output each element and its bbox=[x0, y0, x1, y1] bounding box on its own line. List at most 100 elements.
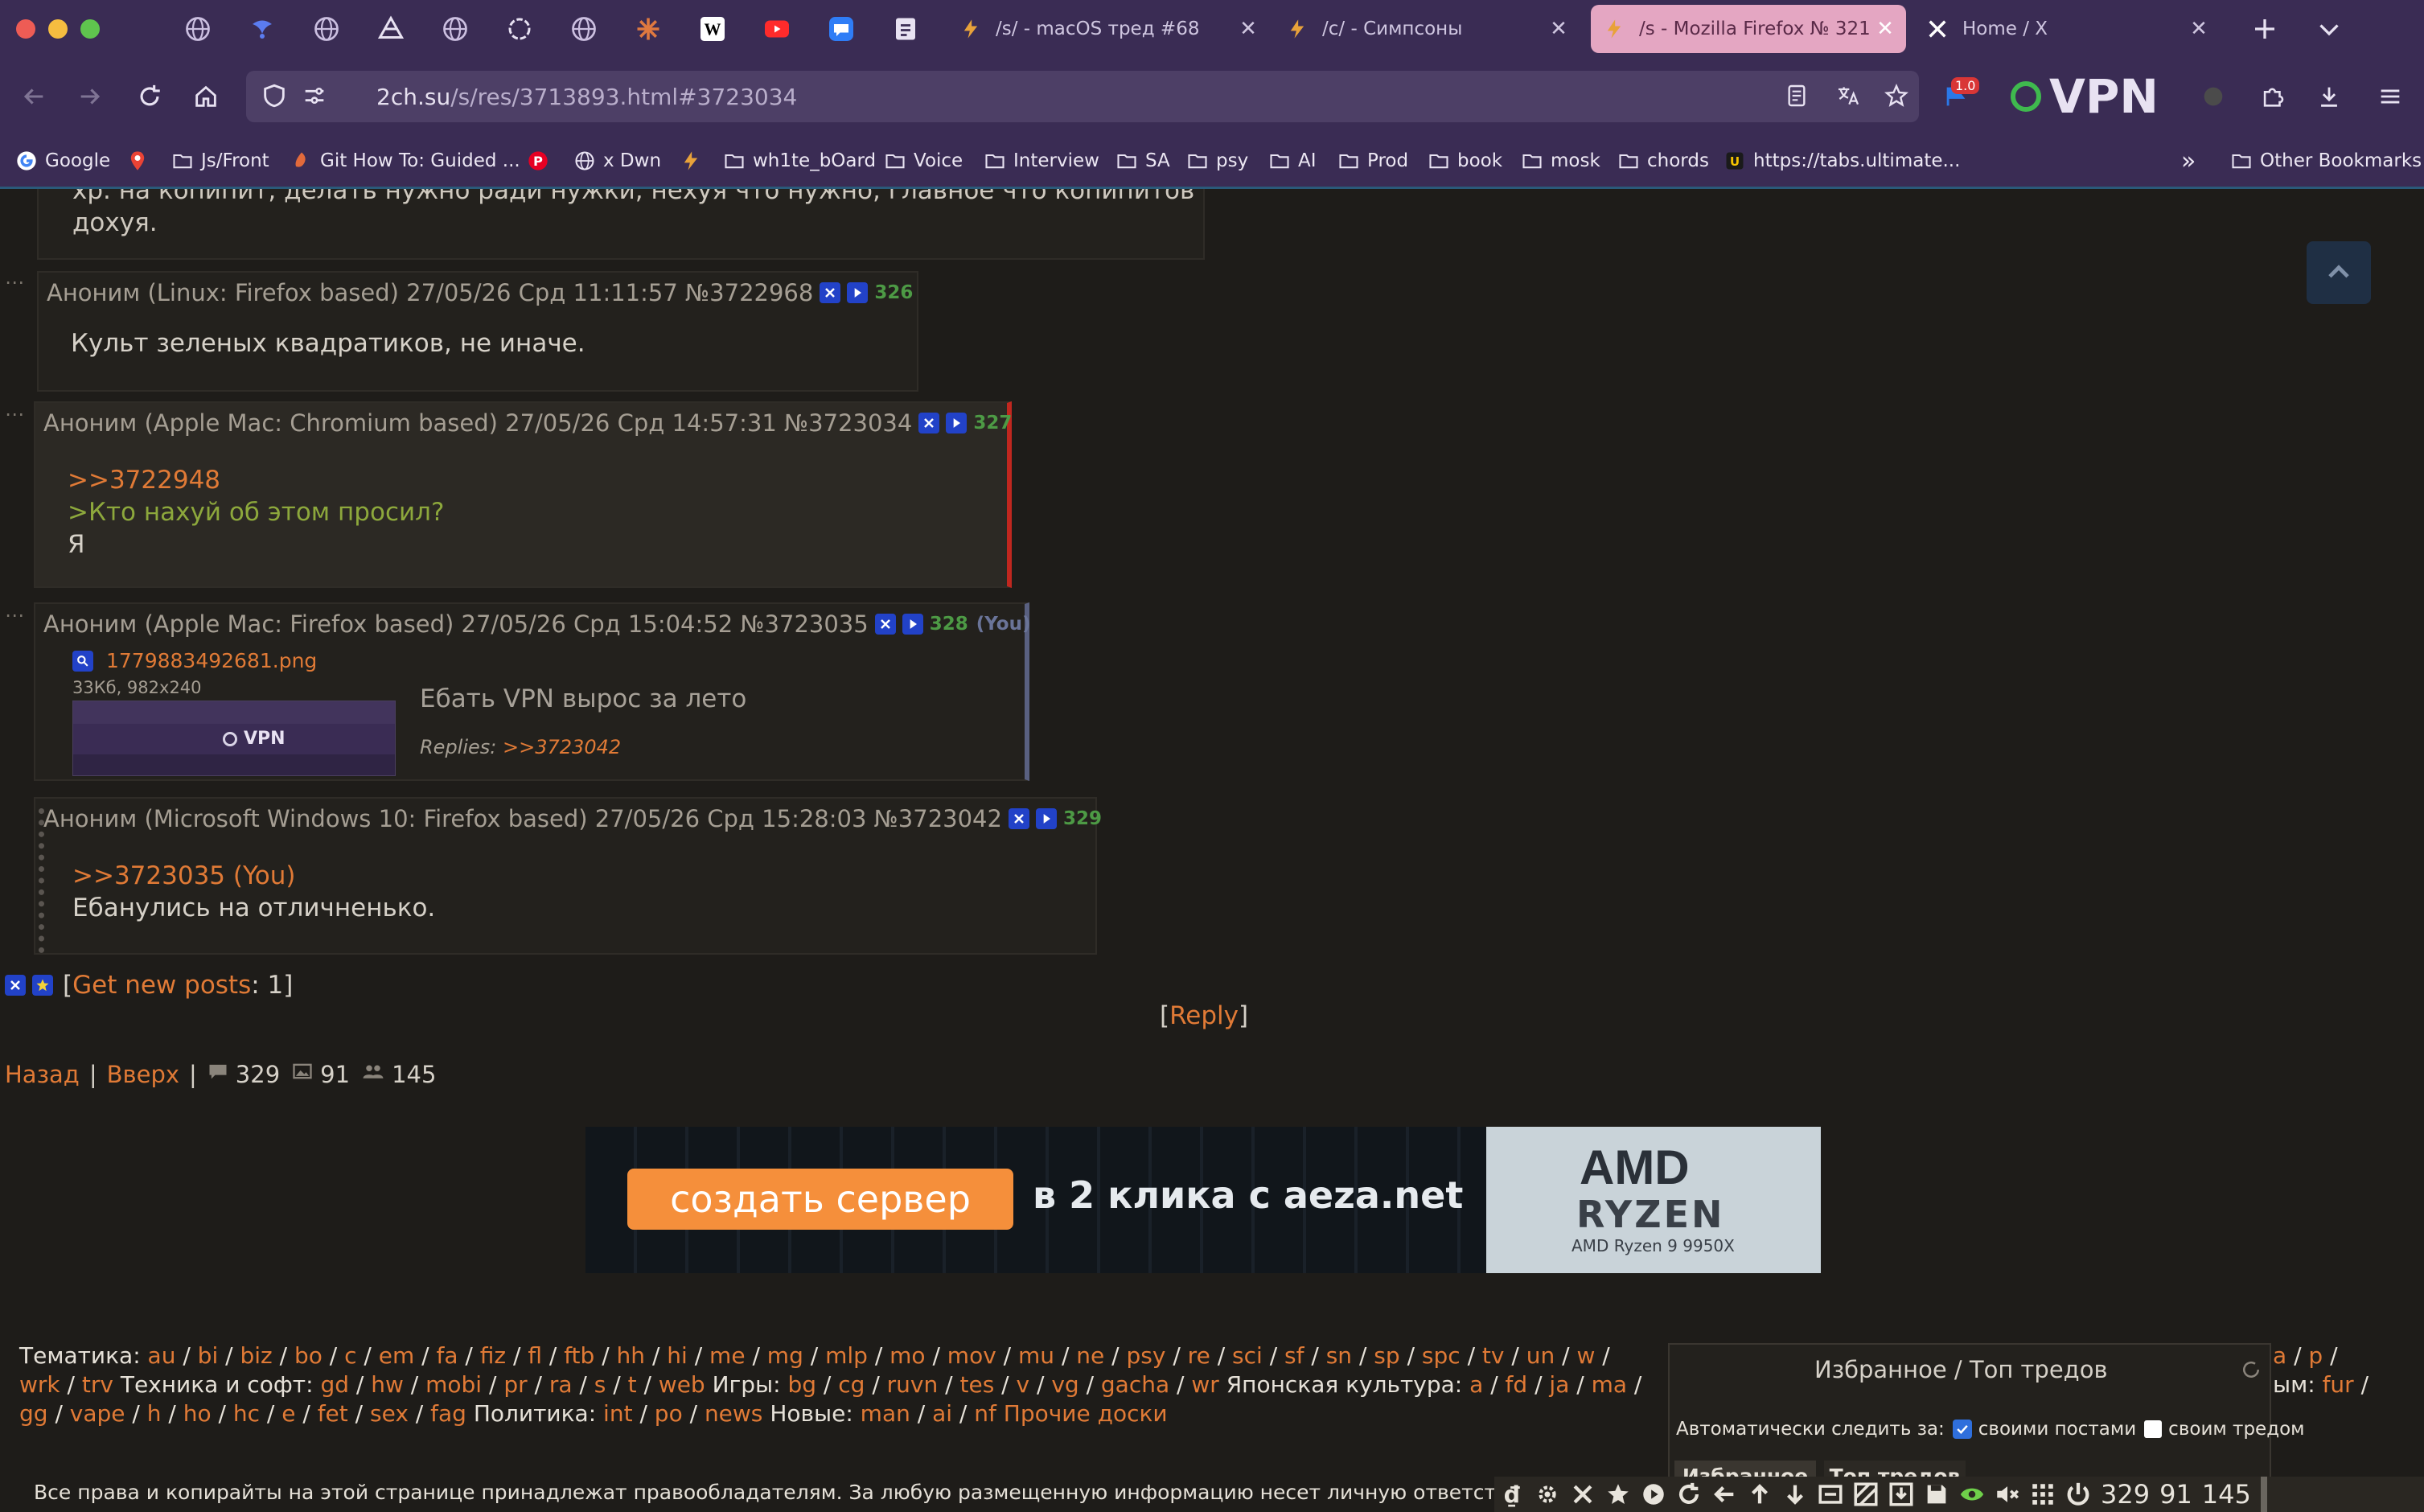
board-link-mg[interactable]: mg bbox=[767, 1342, 803, 1369]
tab-x-home[interactable]: Home / X ✕ bbox=[1914, 5, 2220, 53]
board-link-fa[interactable]: fa bbox=[436, 1342, 458, 1369]
board-link-hi[interactable]: hi bbox=[667, 1342, 688, 1369]
board-link-e[interactable]: e bbox=[281, 1400, 295, 1427]
up-link[interactable]: Вверх bbox=[107, 1061, 179, 1088]
board-link-tes[interactable]: tes bbox=[959, 1371, 994, 1398]
close-x-icon[interactable] bbox=[5, 975, 26, 996]
board-link-bi[interactable]: bi bbox=[198, 1342, 219, 1369]
url-text[interactable]: 2ch.su/s/res/3713893.html#3723034 bbox=[376, 84, 797, 110]
board-link-nf[interactable]: nf bbox=[974, 1400, 996, 1427]
pinned-tab-pdf-icon[interactable] bbox=[889, 13, 922, 45]
board-link-hh[interactable]: hh bbox=[617, 1342, 646, 1369]
reply-link-button[interactable]: Reply bbox=[1169, 1001, 1239, 1030]
bookmark-folder-interview[interactable]: Interview bbox=[983, 145, 1099, 177]
power-icon[interactable] bbox=[2060, 1477, 2096, 1512]
post-menu-dots[interactable]: ⋯ bbox=[5, 403, 25, 425]
search-image-icon[interactable] bbox=[72, 650, 93, 672]
board-link-trv[interactable]: trv bbox=[82, 1371, 113, 1398]
pinned-tab-claude-icon[interactable] bbox=[632, 13, 664, 45]
bookmark-pinterest[interactable]: P bbox=[526, 145, 557, 177]
board-link-v[interactable]: v bbox=[1017, 1371, 1030, 1398]
board-link-biz[interactable]: biz bbox=[240, 1342, 272, 1369]
grid-icon[interactable] bbox=[2025, 1477, 2060, 1512]
pinned-tab-vector-icon[interactable] bbox=[375, 13, 407, 45]
board-link-mu[interactable]: mu bbox=[1018, 1342, 1054, 1369]
pinned-tab-globe-icon[interactable] bbox=[310, 13, 343, 45]
hide-post-x-icon[interactable] bbox=[874, 614, 896, 635]
board-link-h[interactable]: h bbox=[147, 1400, 162, 1427]
board-link-gacha[interactable]: gacha bbox=[1101, 1371, 1169, 1398]
play-icon[interactable] bbox=[1035, 808, 1057, 829]
board-link-cg[interactable]: cg bbox=[838, 1371, 865, 1398]
bookmark-ultimate-guitar[interactable]: Uhttps://tabs.ultimate... bbox=[1723, 145, 1960, 177]
pinned-tab-spiral-icon[interactable] bbox=[246, 13, 278, 45]
pinned-tab-wikipedia-icon[interactable]: W bbox=[696, 13, 729, 45]
reader-view-icon[interactable] bbox=[1784, 83, 1810, 112]
board-link-ai[interactable]: ai bbox=[932, 1400, 952, 1427]
bookmark-folder-ai[interactable]: AI bbox=[1267, 145, 1317, 177]
board-link-int[interactable]: int bbox=[603, 1400, 633, 1427]
gear-icon[interactable] bbox=[1530, 1477, 1565, 1512]
arrow-left-icon[interactable] bbox=[1707, 1477, 1742, 1512]
other-boards-link[interactable]: Прочие доски bbox=[1004, 1400, 1168, 1427]
get-new-posts-link[interactable]: Get new posts bbox=[72, 971, 251, 1000]
bookmark-maps[interactable] bbox=[125, 145, 156, 177]
board-link-sf[interactable]: sf bbox=[1284, 1342, 1304, 1369]
board-link-ma[interactable]: ma bbox=[1592, 1371, 1627, 1398]
reply-link[interactable]: >>3723035 (You) bbox=[72, 860, 435, 892]
reply-link[interactable]: >>3722948 bbox=[68, 464, 444, 496]
ad-create-server-button[interactable]: создать сервер bbox=[627, 1169, 1013, 1230]
board-link-sp[interactable]: sp bbox=[1374, 1342, 1399, 1369]
board-link-po[interactable]: po bbox=[655, 1400, 683, 1427]
board-link-man[interactable]: man bbox=[861, 1400, 910, 1427]
play-circle-icon[interactable] bbox=[1636, 1477, 1671, 1512]
board-link-c[interactable]: c bbox=[344, 1342, 356, 1369]
bookmark-folder-whiteboard[interactable]: wh1te_bOard bbox=[722, 145, 876, 177]
board-link-au[interactable]: au bbox=[148, 1342, 176, 1369]
board-link-fet[interactable]: fet bbox=[318, 1400, 348, 1427]
board-link-vg[interactable]: vg bbox=[1051, 1371, 1078, 1398]
pinned-tab-openai-icon[interactable] bbox=[503, 13, 536, 45]
zoom-window-button[interactable] bbox=[80, 19, 100, 39]
post-menu-dots[interactable]: ⋯ bbox=[5, 604, 25, 627]
mute-speaker-icon[interactable] bbox=[1990, 1477, 2025, 1512]
board-link-fd[interactable]: fd bbox=[1506, 1371, 1528, 1398]
minimize-window-button[interactable] bbox=[48, 19, 68, 39]
expand-images-icon[interactable] bbox=[1813, 1477, 1848, 1512]
downloads-icon[interactable] bbox=[2308, 76, 2350, 117]
board-link-ne[interactable]: ne bbox=[1076, 1342, 1104, 1369]
close-x-icon[interactable] bbox=[1565, 1477, 1600, 1512]
bookmark-folder-mosk[interactable]: mosk bbox=[1520, 145, 1600, 177]
arrow-up-icon[interactable] bbox=[1742, 1477, 1777, 1512]
pinned-tab-globe-icon[interactable] bbox=[439, 13, 471, 45]
eye-icon[interactable] bbox=[1954, 1477, 1990, 1512]
back-link[interactable]: Назад bbox=[5, 1061, 80, 1088]
board-link-a[interactable]: a bbox=[1469, 1371, 1483, 1398]
board-link-hc[interactable]: hc bbox=[233, 1400, 260, 1427]
bookmark-x-dwn[interactable]: x Dwn bbox=[573, 145, 661, 177]
board-link-w[interactable]: w bbox=[1576, 1342, 1595, 1369]
board-link-fur[interactable]: fur bbox=[2323, 1371, 2354, 1398]
tab-firefox-thread[interactable]: /s - Mozilla Firefox № 321 / ✕ bbox=[1591, 5, 1906, 53]
board-link-ja[interactable]: ja bbox=[1549, 1371, 1569, 1398]
board-link-un[interactable]: un bbox=[1526, 1342, 1555, 1369]
board-link-fl[interactable]: fl bbox=[528, 1342, 542, 1369]
pinned-tab-youtube-music-icon[interactable] bbox=[761, 13, 793, 45]
tab-close-icon[interactable]: ✕ bbox=[1547, 17, 1570, 41]
pinned-tab-globe-icon[interactable] bbox=[182, 13, 214, 45]
extensions-puzzle-icon[interactable] bbox=[2252, 76, 2294, 117]
board-link-ruvn[interactable]: ruvn bbox=[887, 1371, 939, 1398]
hide-post-x-icon[interactable] bbox=[1008, 808, 1029, 829]
pinned-tab-globe-icon[interactable] bbox=[568, 13, 600, 45]
hide-post-x-icon[interactable] bbox=[918, 413, 940, 433]
board-link-ra[interactable]: ra bbox=[549, 1371, 573, 1398]
reply-link[interactable]: >>3723042 bbox=[503, 736, 621, 758]
refresh-icon[interactable] bbox=[2239, 1358, 2263, 1385]
shield-icon[interactable] bbox=[261, 82, 288, 113]
image-thumbnail[interactable]: VPN bbox=[72, 701, 396, 776]
download-box-icon[interactable] bbox=[1884, 1477, 1919, 1512]
app-menu-hamburger-icon[interactable] bbox=[2369, 76, 2411, 117]
board-link-sn[interactable]: sn bbox=[1326, 1342, 1352, 1369]
board-link-bg[interactable]: bg bbox=[787, 1371, 816, 1398]
bookmark-folder-sa[interactable]: SA bbox=[1115, 145, 1170, 177]
